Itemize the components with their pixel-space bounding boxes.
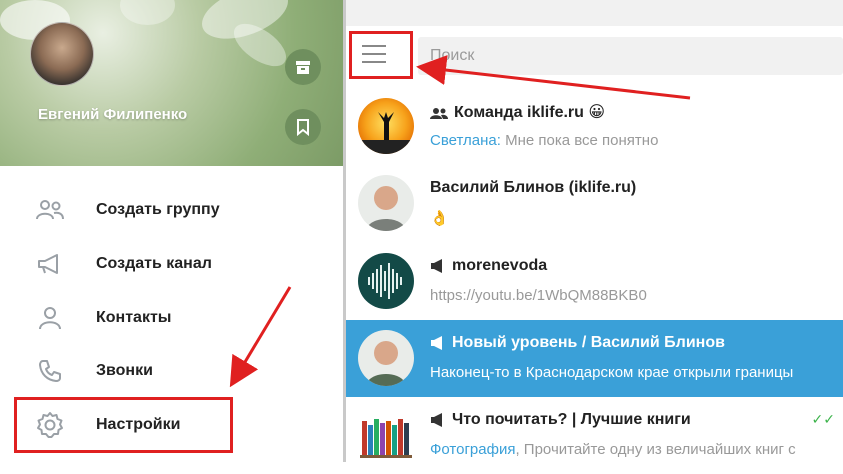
chat-list-panel: Поиск Команда iklife.ru 😀 Светлана: Мне … — [346, 0, 843, 463]
chat-avatar — [358, 330, 414, 386]
search-placeholder: Поиск — [430, 47, 475, 64]
bookmark-icon — [297, 119, 309, 136]
chat-list-item-active[interactable]: Новый уровень / Василий Блинов Наконец-т… — [346, 320, 843, 397]
chat-preview: Фотография, Прочитайте одну из величайши… — [430, 441, 796, 458]
menu-item-create-channel[interactable]: Создать канал — [0, 239, 343, 289]
saved-messages-button[interactable] — [285, 109, 321, 145]
chat-preview: 👌 — [430, 210, 449, 227]
chat-avatar — [358, 407, 414, 463]
read-check-icon: ✓✓ — [811, 411, 835, 427]
channel-icon — [431, 258, 442, 273]
side-menu: Евгений Филипенко Создать группу Создать… — [0, 0, 343, 462]
archive-button[interactable] — [285, 49, 321, 85]
menu-item-calls[interactable]: Звонки — [0, 346, 343, 396]
chat-avatar — [358, 175, 414, 231]
menu-item-label: Создать канал — [96, 255, 212, 272]
chat-title: Новый уровень / Василий Блинов — [430, 334, 725, 352]
chat-title: morenevoda — [430, 257, 547, 275]
chat-avatar — [358, 253, 414, 309]
annotation-highlight-box — [14, 397, 233, 453]
menu-item-contacts[interactable]: Контакты — [0, 293, 343, 343]
chat-preview: Наконец-то в Краснодарском крае открыли … — [430, 364, 794, 381]
annotation-highlight-box — [349, 31, 413, 79]
phone-icon — [34, 355, 66, 387]
profile-name[interactable]: Евгений Филипенко — [38, 106, 187, 123]
search-input[interactable]: Поиск — [418, 37, 843, 75]
chat-title: Команда iklife.ru 😀 — [430, 102, 605, 122]
group-icon — [34, 194, 66, 226]
menu-item-label: Контакты — [96, 309, 172, 326]
chat-list-item[interactable]: morenevoda https://youtu.be/1WbQM88BKB0 — [346, 243, 843, 320]
message-sender: Фотография — [430, 441, 516, 458]
chat-title: Василий Блинов (iklife.ru) — [430, 179, 637, 196]
profile-header: Евгений Филипенко — [0, 0, 343, 166]
profile-avatar[interactable] — [30, 22, 94, 86]
chat-preview: Светлана: Мне пока все понятно — [430, 132, 659, 149]
person-icon — [34, 302, 66, 334]
megaphone-icon — [34, 248, 66, 280]
chat-avatar — [358, 98, 414, 154]
chat-list-item[interactable]: Василий Блинов (iklife.ru) 👌 — [346, 165, 843, 242]
top-bar — [346, 0, 843, 26]
background-petal — [120, 0, 175, 25]
menu-item-label: Звонки — [96, 362, 153, 379]
group-icon — [430, 107, 448, 119]
message-sender: Светлана: — [430, 132, 501, 149]
channel-icon — [431, 335, 442, 350]
menu-item-label: Создать группу — [96, 201, 220, 218]
chat-list-item[interactable]: Команда iklife.ru 😀 Светлана: Мне пока в… — [346, 88, 843, 165]
archive-icon — [296, 61, 310, 74]
channel-icon — [431, 412, 442, 427]
chat-preview: https://youtu.be/1WbQM88BKB0 — [430, 287, 647, 304]
chat-title: Что почитать? | Лучшие книги — [430, 411, 691, 429]
menu-item-create-group[interactable]: Создать группу — [0, 185, 343, 235]
chat-list-item[interactable]: Что почитать? | Лучшие книги ✓✓ Фотограф… — [346, 397, 843, 474]
